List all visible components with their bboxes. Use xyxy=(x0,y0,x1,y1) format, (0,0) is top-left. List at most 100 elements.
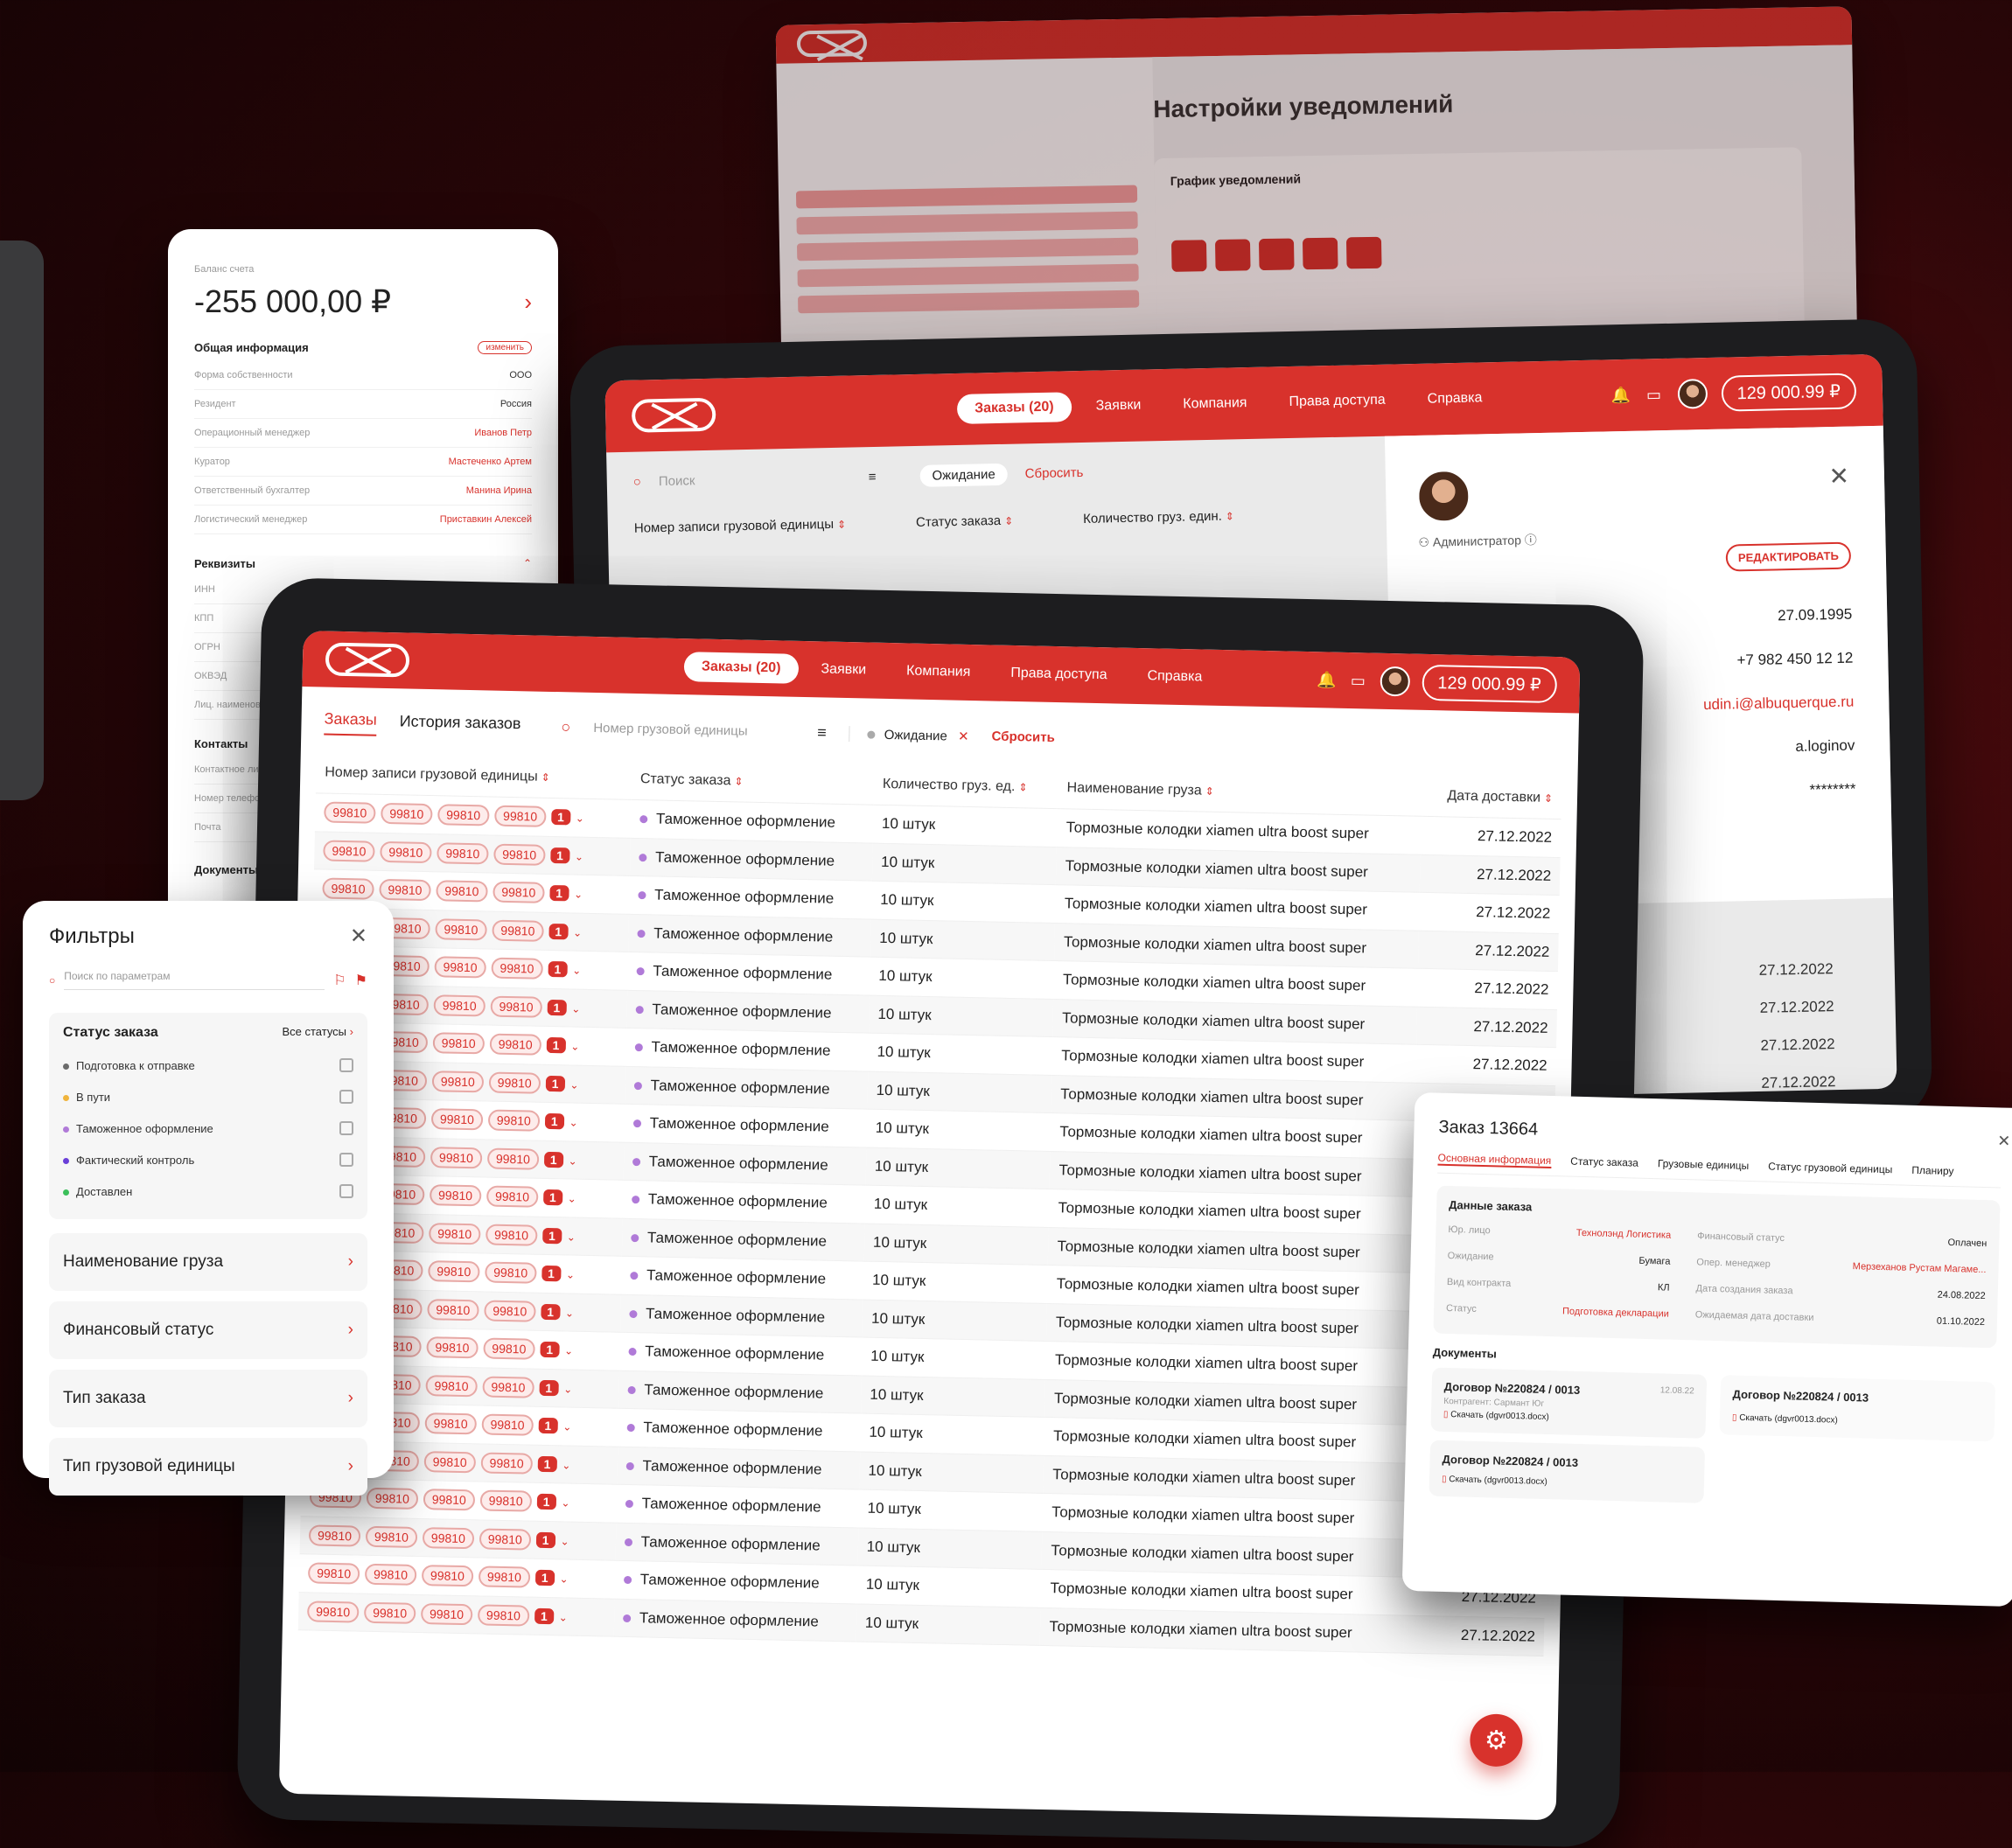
record-chip[interactable]: 99810 xyxy=(484,1261,537,1284)
document-card[interactable]: Договор №220824 / 0013 ▯ Скачать (dgvr00… xyxy=(1719,1375,1996,1442)
edit-button[interactable]: изменить xyxy=(478,341,532,354)
chevron-down-icon[interactable]: ⌄ xyxy=(568,1193,576,1205)
sort-icon[interactable]: ⇕ xyxy=(1205,785,1214,798)
record-chip[interactable]: 99810 xyxy=(491,957,543,980)
balance-pill[interactable]: 129 000.99 ₽ xyxy=(1721,372,1857,412)
record-chip[interactable]: 99810 xyxy=(488,1071,541,1094)
record-chip[interactable]: 99810 xyxy=(435,917,487,941)
document-card[interactable]: Договор №220824 / 0013 12.08.22 Контраген… xyxy=(1430,1367,1708,1439)
bell-icon[interactable]: 🔔 xyxy=(1317,670,1337,689)
record-chip[interactable]: 99810 xyxy=(484,1300,536,1322)
settings-fab[interactable]: ⚙ xyxy=(1469,1713,1524,1768)
sort-icon[interactable]: ⇕ xyxy=(1226,510,1234,522)
record-chip[interactable]: 99810 xyxy=(436,880,488,903)
nav-tab[interactable]: Права доступа xyxy=(993,659,1125,691)
status-option[interactable]: Подготовка к отправке xyxy=(63,1050,353,1081)
record-chip[interactable]: 99810 xyxy=(366,1487,419,1510)
record-chip[interactable]: 99810 xyxy=(308,1524,361,1547)
expand-icon[interactable]: ⌃ xyxy=(523,557,532,570)
record-chip[interactable]: 99810 xyxy=(423,1450,476,1474)
record-chip[interactable]: 99810 xyxy=(429,1184,482,1207)
record-chip[interactable]: 99810 xyxy=(481,1413,534,1436)
download-link[interactable]: Скачать (dgvr0013.docx) xyxy=(1449,1475,1547,1487)
chevron-down-icon[interactable]: ⌄ xyxy=(571,1002,580,1015)
chevron-right-icon[interactable]: › xyxy=(524,289,532,316)
record-chip[interactable]: 99810 xyxy=(428,1222,481,1245)
chevron-down-icon[interactable]: ⌄ xyxy=(566,1269,575,1281)
column-header[interactable]: Количество груз. един. ⇕ xyxy=(1083,508,1234,527)
chevron-down-icon[interactable]: ⌄ xyxy=(574,889,583,901)
nav-tab[interactable]: Права доступа xyxy=(1271,385,1403,417)
search-input[interactable]: Поиск xyxy=(659,471,851,489)
status-option[interactable]: Фактический контроль xyxy=(63,1144,353,1175)
record-chip[interactable]: 99810 xyxy=(364,1563,417,1586)
chevron-down-icon[interactable]: ⌄ xyxy=(559,1573,568,1586)
bell-icon[interactable]: 🔔 xyxy=(1610,386,1631,405)
chevron-down-icon[interactable]: ⌄ xyxy=(569,1154,577,1167)
close-icon[interactable]: ✕ xyxy=(1997,1132,2011,1152)
balance-pill[interactable]: 129 000.99 ₽ xyxy=(1421,664,1558,703)
record-chip[interactable]: 99810 xyxy=(424,1412,477,1435)
filter-chip[interactable]: Ожидание ✕ xyxy=(849,725,969,744)
count-badge[interactable]: 1 xyxy=(534,1607,554,1624)
column-header[interactable]: Номер записи грузовой единицы ⇕ xyxy=(634,517,847,536)
sort-icon[interactable]: ⇕ xyxy=(541,771,550,784)
count-badge[interactable]: 1 xyxy=(542,1189,562,1206)
chevron-down-icon[interactable]: ⌄ xyxy=(564,1345,573,1357)
chevron-down-icon[interactable]: ⌄ xyxy=(561,1497,569,1510)
info-icon[interactable]: ⓘ xyxy=(1525,533,1537,547)
record-chip[interactable]: 99810 xyxy=(379,879,431,902)
order-tab[interactable]: Грузовые единицы xyxy=(1658,1157,1750,1174)
nav-tab[interactable]: Справка xyxy=(1409,383,1499,415)
record-chip[interactable]: 99810 xyxy=(477,1604,530,1627)
status-checkbox[interactable] xyxy=(339,1121,353,1135)
count-badge[interactable]: 1 xyxy=(549,885,569,902)
record-chip[interactable]: 99810 xyxy=(493,881,545,904)
record-chip[interactable]: 99810 xyxy=(428,1260,480,1283)
count-badge[interactable]: 1 xyxy=(537,1455,557,1473)
record-chip[interactable]: 99810 xyxy=(433,994,486,1017)
column-header[interactable]: Количество груз. ед. ⇕ xyxy=(873,764,1059,809)
search-input[interactable]: Номер грузовой единицы xyxy=(593,721,794,740)
chevron-down-icon[interactable]: ⌄ xyxy=(563,1383,572,1395)
record-chip[interactable]: 99810 xyxy=(427,1298,479,1321)
record-chip[interactable]: 99810 xyxy=(492,919,544,942)
close-icon[interactable]: ✕ xyxy=(958,729,969,743)
sort-icon[interactable]: ⇕ xyxy=(1004,515,1013,527)
chevron-down-icon[interactable]: ⌄ xyxy=(567,1231,576,1243)
record-chip[interactable]: 99810 xyxy=(307,1562,360,1585)
chevron-down-icon[interactable]: ⌄ xyxy=(565,1307,574,1319)
record-chip[interactable]: 99810 xyxy=(430,1146,483,1169)
nav-tab[interactable]: Заявки xyxy=(1078,390,1158,422)
chevron-down-icon[interactable]: ⌄ xyxy=(573,926,582,938)
tab-orders[interactable]: Заказы xyxy=(324,709,377,736)
filter-group[interactable]: Финансовый статус › xyxy=(49,1301,367,1359)
nav-tab[interactable]: Заявки xyxy=(803,654,884,686)
count-badge[interactable]: 1 xyxy=(548,961,568,978)
all-statuses-link[interactable]: Все статусы › xyxy=(282,1025,353,1041)
column-header[interactable]: Статус заказа ⇕ xyxy=(916,513,1013,530)
close-icon[interactable]: ✕ xyxy=(350,924,367,949)
sort-icon[interactable]: ⇕ xyxy=(734,775,743,787)
column-header[interactable]: Дата доставки ⇕ xyxy=(1421,775,1562,819)
record-chip[interactable]: 99810 xyxy=(489,1033,541,1056)
filter-search-input[interactable]: Поиск по параметрам xyxy=(64,970,325,990)
status-option[interactable]: Доставлен xyxy=(63,1175,353,1207)
count-badge[interactable]: 1 xyxy=(535,1531,555,1548)
record-chip[interactable]: 99810 xyxy=(421,1565,474,1587)
filter-group[interactable]: Наименование груза › xyxy=(49,1233,367,1291)
count-badge[interactable]: 1 xyxy=(540,1342,560,1358)
record-chip[interactable]: 99810 xyxy=(479,1489,532,1512)
chevron-down-icon[interactable]: ⌄ xyxy=(569,1078,578,1091)
record-chip[interactable]: 99810 xyxy=(431,1070,485,1093)
nav-tab[interactable]: Компания xyxy=(889,656,989,687)
count-badge[interactable]: 1 xyxy=(536,1494,556,1510)
chevron-down-icon[interactable]: ⌄ xyxy=(559,1611,568,1623)
sort-icon[interactable]: ⇕ xyxy=(837,519,846,531)
column-header[interactable]: Статус заказа ⇕ xyxy=(631,758,875,805)
record-chip[interactable]: 99810 xyxy=(493,805,547,828)
record-chip[interactable]: 99810 xyxy=(307,1600,360,1623)
filter-group[interactable]: Тип заказа › xyxy=(49,1370,367,1427)
count-badge[interactable]: 1 xyxy=(550,809,571,826)
filter-icon[interactable]: ≡ xyxy=(869,470,877,485)
